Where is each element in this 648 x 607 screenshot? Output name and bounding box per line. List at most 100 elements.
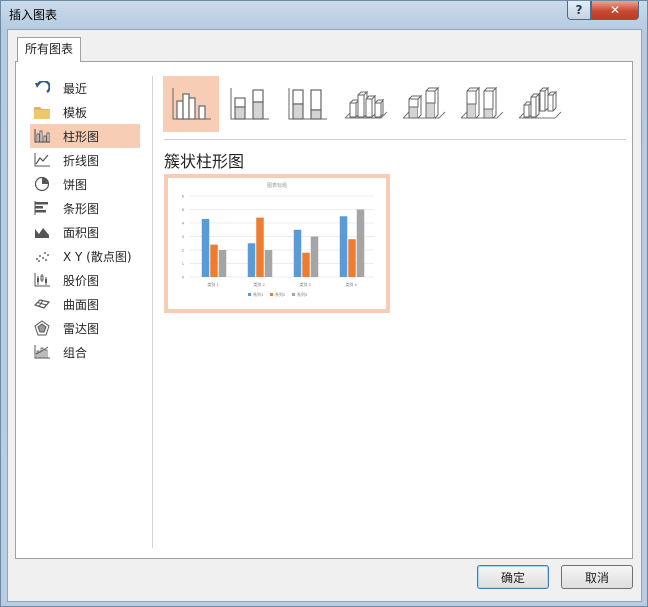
tab-panel: 最近 模板 柱形图 折线图 饼图 条形图 面积图 X Y (散点图) 股价图 曲… [15, 61, 633, 559]
y-tick-label: 2 [182, 248, 185, 253]
subtype-clustered-column[interactable] [163, 76, 219, 132]
nav-item-label: 折线图 [63, 153, 100, 168]
subtype-stacked-column[interactable] [221, 76, 277, 132]
x-tick-label: 类别 2 [253, 281, 265, 287]
y-tick-label: 0 [182, 275, 185, 280]
cancel-button[interactable]: 取消 [561, 565, 633, 589]
legend-swatch [270, 293, 273, 296]
column-chart-icon [33, 127, 51, 145]
nav-item-templates[interactable]: 模板 [30, 100, 140, 124]
chart-bars [201, 209, 365, 277]
dialog-title: 插入图表 [9, 8, 58, 22]
bar [264, 250, 273, 277]
nav-item-label: 条形图 [63, 201, 100, 216]
nav-item-bar[interactable]: 条形图 [30, 196, 140, 220]
chart-legend: 系列1 系列2 系列3 [248, 291, 308, 297]
nav-item-combo[interactable]: 组合 [30, 340, 140, 364]
bar [218, 250, 227, 277]
bar [256, 217, 264, 277]
nav-item-scatter[interactable]: X Y (散点图) [30, 244, 140, 268]
insert-chart-dialog: 插入图表 ? ✕ 所有图表 最近 模板 柱形图 折线图 饼图 条形图 面积图 X… [0, 0, 648, 607]
nav-item-radar[interactable]: 雷达图 [30, 316, 140, 340]
legend-swatch [292, 293, 295, 296]
subtype-100-stacked-column[interactable] [279, 76, 335, 132]
ok-button[interactable]: 确定 [477, 565, 549, 589]
chart-preview[interactable]: 图表标题 0 1 2 3 4 5 6 类别 1 类别 2 类别 3 类别 4 系列1 系列2 系列3 [164, 174, 390, 313]
stock-chart-icon [33, 271, 51, 289]
bar [201, 218, 210, 277]
nav-item-line[interactable]: 折线图 [30, 148, 140, 172]
dialog-body: 所有图表 最近 模板 柱形图 折线图 饼图 条形图 面积图 X Y (散点图) … [7, 29, 642, 602]
legend-label: 系列2 [275, 291, 286, 297]
x-tick-label: 类别 1 [207, 281, 219, 287]
bar [310, 236, 319, 277]
nav-item-surface[interactable]: 曲面图 [30, 292, 140, 316]
x-tick-labels: 类别 1 类别 2 类别 3 类别 4 [207, 281, 357, 287]
3d-clustered-column-icon [344, 90, 388, 119]
nav-item-area[interactable]: 面积图 [30, 220, 140, 244]
nav-item-label: 饼图 [63, 177, 88, 192]
bar [247, 243, 256, 277]
nav-item-label: 曲面图 [63, 297, 100, 312]
legend-label: 系列3 [297, 291, 308, 297]
area-chart-icon [33, 223, 51, 241]
chart-subtype-gallery [163, 76, 623, 134]
chart-type-heading: 簇状柱形图 [164, 152, 245, 171]
nav-item-label: 组合 [63, 345, 88, 360]
3d-stacked-column-icon [402, 86, 446, 119]
nav-item-label: 最近 [63, 81, 88, 96]
y-tick-label: 3 [182, 234, 185, 239]
legend-swatch [248, 293, 251, 296]
nav-item-column[interactable]: 柱形图 [30, 124, 140, 148]
gallery-separator [164, 139, 626, 140]
radar-chart-icon [33, 319, 51, 337]
x-tick-label: 类别 3 [299, 281, 311, 287]
bar [293, 229, 302, 277]
nav-item-stock[interactable]: 股价图 [30, 268, 140, 292]
subtype-3d-clustered-column[interactable] [337, 76, 393, 132]
bar [339, 216, 348, 277]
nav-item-label: 柱形图 [63, 129, 100, 144]
y-tick-labels: 0 1 2 3 4 5 6 [182, 194, 185, 280]
subtype-3d-stacked-column[interactable] [395, 76, 451, 132]
tab-all-charts[interactable]: 所有图表 [17, 37, 81, 62]
nav-item-label: 雷达图 [63, 321, 100, 336]
surface-chart-icon [33, 295, 51, 313]
subtype-3d-column[interactable] [511, 76, 567, 132]
nav-item-label: X Y (散点图) [63, 249, 132, 264]
help-button[interactable]: ? [567, 1, 591, 20]
scatter-chart-icon [33, 247, 51, 265]
stacked-column-icon [230, 88, 269, 120]
nav-item-label: 股价图 [63, 273, 100, 288]
chart-type-list: 最近 模板 柱形图 折线图 饼图 条形图 面积图 X Y (散点图) 股价图 曲… [30, 76, 140, 364]
y-tick-label: 6 [182, 194, 185, 199]
clustered-column-icon [172, 88, 211, 120]
3d-100-stacked-column-icon [460, 86, 504, 119]
y-tick-label: 5 [182, 207, 185, 212]
nav-item-label: 面积图 [63, 225, 100, 240]
nav-item-recent[interactable]: 最近 [30, 76, 140, 100]
close-button[interactable]: ✕ [591, 1, 639, 20]
subtype-3d-100-stacked-column[interactable] [453, 76, 509, 132]
legend-label: 系列1 [253, 291, 264, 297]
bar [348, 239, 356, 277]
chart-preview-svg: 图表标题 0 1 2 3 4 5 6 类别 1 类别 2 类别 3 类别 4 系列1 系列2 系列3 [182, 182, 374, 297]
chart-title: 图表标题 [267, 182, 287, 189]
bar [302, 252, 310, 277]
combo-chart-icon [33, 343, 51, 361]
nav-item-pie[interactable]: 饼图 [30, 172, 140, 196]
pie-chart-icon [33, 175, 51, 193]
divider [152, 76, 153, 548]
line-chart-icon [33, 151, 51, 169]
folder-icon [33, 103, 51, 121]
nav-item-label: 模板 [63, 105, 88, 120]
title-bar: 插入图表 ? ✕ [1, 1, 647, 27]
3d-column-icon [518, 86, 562, 119]
y-tick-label: 1 [182, 261, 185, 266]
100-stacked-column-icon [288, 88, 327, 120]
bar-chart-icon [33, 199, 51, 217]
bar [210, 244, 218, 277]
y-tick-label: 4 [182, 221, 185, 226]
recent-icon [33, 79, 51, 97]
bar [356, 209, 365, 277]
